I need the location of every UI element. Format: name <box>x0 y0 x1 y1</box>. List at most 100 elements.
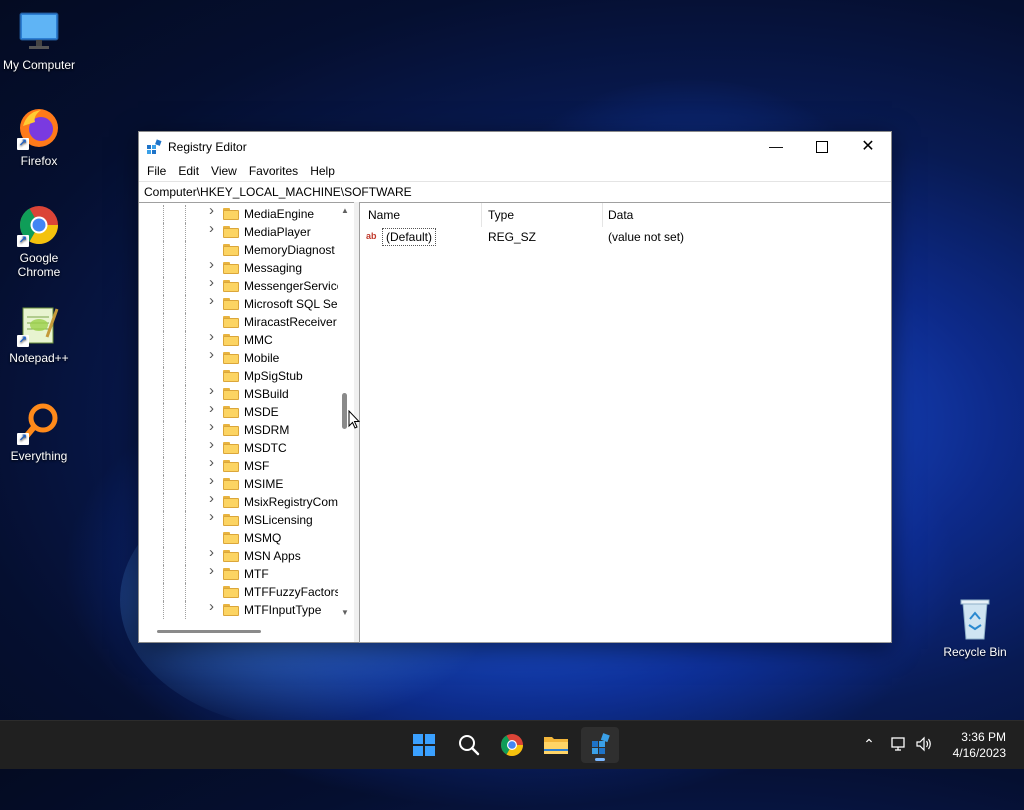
desktop-icon-everything[interactable]: ↗ Everything <box>0 401 78 463</box>
tree-item-label: MSDRM <box>244 423 290 437</box>
tree-item[interactable]: › Microsoft SQL Se <box>139 293 339 313</box>
menu-view[interactable]: View <box>205 161 243 181</box>
close-button[interactable]: ✕ <box>845 132 891 161</box>
tree-item[interactable]: › MSIME <box>139 473 339 493</box>
tree-guide-line <box>163 529 164 547</box>
desktop-icon-google-chrome[interactable]: ↗ Google Chrome <box>0 203 78 279</box>
tree-item-label: Messaging <box>244 261 303 275</box>
tree-guide-line <box>163 583 164 601</box>
tree-item-label: MemoryDiagnost <box>244 243 335 257</box>
chevron-right-icon[interactable]: › <box>209 419 219 434</box>
tree-guide-line <box>185 511 186 529</box>
network-icon[interactable] <box>890 736 908 755</box>
scrollbar-thumb[interactable] <box>157 630 261 633</box>
tree-guide-line <box>185 205 186 223</box>
desktop-icon-label: My Computer <box>2 58 76 72</box>
tree-item[interactable]: › MSDTC <box>139 437 339 457</box>
tree-item[interactable]: › MSN Apps <box>139 545 339 565</box>
folder-icon <box>223 496 239 508</box>
search-button[interactable] <box>449 727 487 763</box>
tree-item[interactable]: › MSDRM <box>139 419 339 439</box>
minimize-button[interactable]: — <box>753 132 799 161</box>
scroll-down-arrow-icon[interactable]: ▼ <box>341 608 349 617</box>
chevron-right-icon[interactable]: › <box>209 599 219 614</box>
menu-file[interactable]: File <box>141 161 172 181</box>
column-header-name[interactable]: Name <box>368 203 400 227</box>
tree-guide-line <box>185 403 186 421</box>
menu-edit[interactable]: Edit <box>172 161 205 181</box>
tree-item[interactable]: › MMC <box>139 329 339 349</box>
tree-item[interactable]: › MediaEngine <box>139 203 339 223</box>
tree-item[interactable]: › MsixRegistryCom <box>139 491 339 511</box>
registry-editor-window: Registry Editor — ✕ File Edit View Favor… <box>138 131 892 643</box>
chevron-right-icon[interactable]: › <box>209 545 219 560</box>
menu-favorites[interactable]: Favorites <box>243 161 304 181</box>
tree-item[interactable]: › Messaging <box>139 257 339 277</box>
taskbar-chrome-button[interactable] <box>493 727 531 763</box>
chevron-right-icon[interactable]: › <box>209 383 219 398</box>
chevron-right-icon[interactable]: › <box>209 509 219 524</box>
tree-item[interactable]: › MSF <box>139 455 339 475</box>
tree-item-label: MSDTC <box>244 441 287 455</box>
chevron-right-icon[interactable]: › <box>209 221 219 236</box>
scroll-up-arrow-icon[interactable]: ▲ <box>341 206 349 215</box>
tree-guide-line <box>163 295 164 313</box>
tree-item[interactable]: › MTF <box>139 563 339 583</box>
chevron-right-icon[interactable]: › <box>209 203 219 218</box>
chevron-right-icon[interactable]: › <box>209 437 219 452</box>
chevron-right-icon[interactable]: › <box>209 329 219 344</box>
menu-help[interactable]: Help <box>304 161 341 181</box>
folder-icon <box>223 478 239 490</box>
tree-item[interactable]: › MSDE <box>139 401 339 421</box>
scrollbar-thumb[interactable] <box>342 393 347 429</box>
chevron-right-icon[interactable]: › <box>209 347 219 362</box>
volume-icon[interactable] <box>915 736 933 755</box>
search-icon <box>459 735 480 756</box>
taskbar-file-explorer-button[interactable] <box>537 727 575 763</box>
column-divider[interactable] <box>602 203 603 227</box>
chevron-right-icon[interactable]: › <box>209 275 219 290</box>
chevron-right-icon[interactable]: › <box>209 401 219 416</box>
tree-guide-line <box>185 331 186 349</box>
key-tree-pane[interactable]: › MediaEngine › MediaPlayer MemoryDiagnost › M… <box>139 202 354 642</box>
tree-item[interactable]: › MediaPlayer <box>139 221 339 241</box>
tree-horizontal-scrollbar[interactable] <box>139 623 339 641</box>
tree-guide-line <box>185 367 186 385</box>
chevron-right-icon[interactable]: › <box>209 455 219 470</box>
chevron-right-icon[interactable]: › <box>209 473 219 488</box>
desktop-icon-my-computer[interactable]: My Computer <box>0 10 78 72</box>
chevron-up-icon[interactable]: ⌃ <box>860 736 878 753</box>
chevron-right-icon[interactable]: › <box>209 257 219 272</box>
system-clock[interactable]: 3:36 PM 4/16/2023 <box>953 729 1006 761</box>
desktop-icon-recycle-bin[interactable]: Recycle Bin <box>936 597 1014 659</box>
tree-item[interactable]: › MTFInputType <box>139 599 339 619</box>
tree-item[interactable]: › MSBuild <box>139 383 339 403</box>
title-bar[interactable]: Registry Editor — ✕ <box>139 132 891 161</box>
folder-icon <box>223 568 239 580</box>
tree-guide-line <box>185 583 186 601</box>
address-bar[interactable]: Computer\HKEY_LOCAL_MACHINE\SOFTWARE <box>139 181 891 203</box>
chevron-right-icon[interactable]: › <box>209 563 219 578</box>
tree-item[interactable]: MpSigStub <box>139 367 339 385</box>
folder-icon <box>223 244 239 256</box>
tree-item[interactable]: › MessengerService <box>139 275 343 295</box>
column-divider[interactable] <box>481 203 482 227</box>
clock-time: 3:36 PM <box>961 730 1006 744</box>
chevron-right-icon[interactable]: › <box>209 293 219 308</box>
values-list-pane[interactable]: Name Type Data ab (Default) REG_SZ (valu… <box>359 202 890 643</box>
maximize-button[interactable] <box>799 132 845 161</box>
tree-item[interactable]: › MSLicensing <box>139 509 339 529</box>
tree-item[interactable]: MTFFuzzyFactors <box>139 583 341 601</box>
start-button[interactable] <box>405 727 443 763</box>
tree-item[interactable]: › Mobile <box>139 347 339 367</box>
chevron-right-icon[interactable]: › <box>209 491 219 506</box>
tree-item[interactable]: MiracastReceiver <box>139 313 339 331</box>
desktop-icon-firefox[interactable]: ↗ Firefox <box>0 106 78 168</box>
tree-item[interactable]: MSMQ <box>139 529 339 547</box>
active-indicator <box>595 758 605 761</box>
column-header-type[interactable]: Type <box>488 203 514 227</box>
tree-item[interactable]: MemoryDiagnost <box>139 241 339 259</box>
column-header-data[interactable]: Data <box>608 203 633 227</box>
desktop-icon-notepad-plus-plus[interactable]: ↗ Notepad++ <box>0 303 78 365</box>
taskbar-registry-editor-button[interactable] <box>581 727 619 763</box>
